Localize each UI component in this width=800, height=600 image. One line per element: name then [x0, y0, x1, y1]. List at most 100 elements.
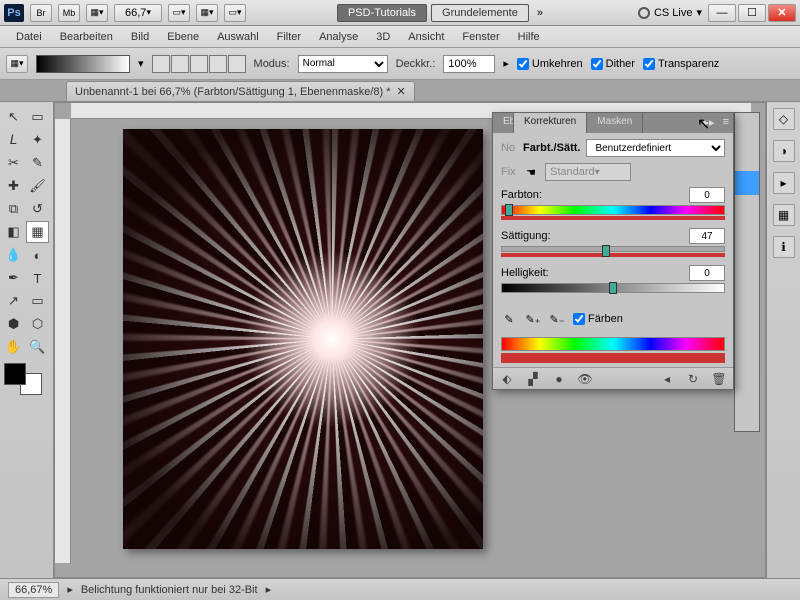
- dock-info-icon[interactable]: ℹ: [773, 236, 795, 258]
- minibridge-button[interactable]: Mb: [58, 4, 80, 22]
- panel-collapse-icon[interactable]: ▸▸: [700, 113, 719, 133]
- reset-icon[interactable]: ↻: [685, 371, 701, 387]
- modus-select[interactable]: Normal: [298, 55, 388, 73]
- expand-icon[interactable]: ▞: [525, 371, 541, 387]
- eraser-tool[interactable]: ◧: [2, 221, 25, 243]
- workspace-grundelemente[interactable]: Grundelemente: [431, 4, 529, 22]
- gradient-linear[interactable]: [152, 55, 170, 73]
- 3d-tool[interactable]: ⬢: [2, 313, 25, 335]
- panel-tab-masken[interactable]: Masken: [587, 113, 643, 133]
- dock-layers-icon[interactable]: ◇: [773, 108, 795, 130]
- shape-tool[interactable]: ▭: [26, 290, 49, 312]
- eyedropper-add-icon[interactable]: ✎₊: [525, 311, 541, 327]
- layout-button[interactable]: ▦▾: [86, 4, 108, 22]
- colorize-checkbox[interactable]: Färben: [573, 313, 623, 325]
- gradient-angle[interactable]: [190, 55, 208, 73]
- blur-tool[interactable]: 💧: [2, 244, 25, 266]
- transparenz-checkbox[interactable]: Transparenz: [643, 58, 719, 70]
- status-arrow-icon[interactable]: ▸: [67, 583, 73, 596]
- status-zoom[interactable]: 66,67%: [8, 582, 59, 598]
- document-canvas[interactable]: [123, 129, 483, 549]
- targeted-adjust-icon[interactable]: ☚: [523, 164, 539, 180]
- opacity-field[interactable]: 100%: [443, 55, 495, 73]
- layers-panel-edge[interactable]: [734, 112, 760, 432]
- crop-tool[interactable]: ✂: [2, 152, 25, 174]
- menu-hilfe[interactable]: Hilfe: [510, 28, 548, 46]
- menu-fenster[interactable]: Fenster: [454, 28, 507, 46]
- close-doc-icon[interactable]: ✕: [397, 85, 406, 98]
- eyedropper-icon[interactable]: ✎: [501, 311, 517, 327]
- screen-mode-button[interactable]: ▭▾: [224, 4, 246, 22]
- hand-tool[interactable]: ✋: [2, 336, 25, 358]
- lightness-slider[interactable]: [501, 283, 725, 293]
- tool-preset-picker[interactable]: ▦▾: [6, 55, 28, 73]
- gradient-tool[interactable]: ▦: [26, 221, 49, 243]
- gradient-type-group: [152, 55, 246, 73]
- gradient-preview[interactable]: [36, 55, 130, 73]
- gradient-reflected[interactable]: [209, 55, 227, 73]
- prev-state-icon[interactable]: ◂: [659, 371, 675, 387]
- bridge-button[interactable]: Br: [30, 4, 52, 22]
- 3d-cam-tool[interactable]: ⬡: [26, 313, 49, 335]
- menu-filter[interactable]: Filter: [269, 28, 309, 46]
- stamp-tool[interactable]: ⧉: [2, 198, 25, 220]
- menu-bearbeiten[interactable]: Bearbeiten: [52, 28, 121, 46]
- zoom-field[interactable]: 66,7 ▾: [114, 4, 162, 22]
- status-arrow2-icon[interactable]: ▸: [266, 583, 272, 596]
- trash-icon[interactable]: 🗑: [711, 371, 727, 387]
- preset-select[interactable]: Benutzerdefiniert: [586, 139, 725, 157]
- lasso-tool[interactable]: 𝘓: [2, 129, 25, 151]
- saturation-input[interactable]: [689, 228, 725, 244]
- color-swatches[interactable]: [4, 363, 48, 395]
- view-extras-button[interactable]: ▭▾: [168, 4, 190, 22]
- channel-select[interactable]: Standard ▾: [545, 163, 631, 181]
- minimize-button[interactable]: —: [708, 4, 736, 22]
- menu-3d[interactable]: 3D: [368, 28, 398, 46]
- fg-color-swatch[interactable]: [4, 363, 26, 385]
- panel-tab-eb[interactable]: Eb: [493, 113, 514, 133]
- gradient-diamond[interactable]: [228, 55, 246, 73]
- lightness-input[interactable]: [689, 265, 725, 281]
- clip-icon[interactable]: ●: [551, 371, 567, 387]
- dock-adjust-icon[interactable]: ◑: [773, 140, 795, 162]
- menu-auswahl[interactable]: Auswahl: [209, 28, 267, 46]
- ruler-vertical[interactable]: [55, 119, 71, 563]
- cs-live-button[interactable]: CS Live ▾: [638, 6, 702, 19]
- menu-datei[interactable]: Datei: [8, 28, 50, 46]
- workspace-more-icon[interactable]: »: [533, 7, 547, 19]
- hue-input[interactable]: [689, 187, 725, 203]
- eyedropper-tool[interactable]: ✎: [26, 152, 49, 174]
- marquee-tool[interactable]: ▭: [26, 106, 49, 128]
- brush-tool[interactable]: 🖌: [26, 175, 49, 197]
- menu-ebene[interactable]: Ebene: [159, 28, 207, 46]
- dodge-tool[interactable]: ◐: [26, 244, 49, 266]
- visibility-icon[interactable]: 👁: [577, 371, 593, 387]
- close-button[interactable]: ✕: [768, 4, 796, 22]
- maximize-button[interactable]: ☐: [738, 4, 766, 22]
- hue-slider[interactable]: [501, 205, 725, 215]
- zoom-tool[interactable]: 🔍: [26, 336, 49, 358]
- heal-tool[interactable]: ✚: [2, 175, 25, 197]
- panel-tab-korrekturen[interactable]: Korrekturen: [514, 113, 587, 133]
- dither-checkbox[interactable]: Dither: [591, 58, 635, 70]
- gradient-radial[interactable]: [171, 55, 189, 73]
- menu-ansicht[interactable]: Ansicht: [400, 28, 452, 46]
- history-brush-tool[interactable]: ↺: [26, 198, 49, 220]
- move-tool[interactable]: ↖: [2, 106, 25, 128]
- wand-tool[interactable]: ✦: [26, 129, 49, 151]
- saturation-slider[interactable]: [501, 246, 725, 252]
- document-tab[interactable]: Unbenannt-1 bei 66,7% (Farbton/Sättigung…: [66, 81, 415, 101]
- panel-menu-icon[interactable]: ≡: [719, 113, 733, 133]
- eyedropper-sub-icon[interactable]: ✎₋: [549, 311, 565, 327]
- type-tool[interactable]: T: [26, 267, 49, 289]
- dock-swatches-icon[interactable]: ▦: [773, 204, 795, 226]
- pen-tool[interactable]: ✒: [2, 267, 25, 289]
- path-tool[interactable]: ↗: [2, 290, 25, 312]
- back-icon[interactable]: ⬖: [499, 371, 515, 387]
- dock-history-icon[interactable]: ▸: [773, 172, 795, 194]
- arrange-button[interactable]: ▦▾: [196, 4, 218, 22]
- workspace-psd-tutorials[interactable]: PSD-Tutorials: [337, 4, 427, 22]
- menu-analyse[interactable]: Analyse: [311, 28, 366, 46]
- umkehren-checkbox[interactable]: Umkehren: [517, 58, 583, 70]
- menu-bild[interactable]: Bild: [123, 28, 157, 46]
